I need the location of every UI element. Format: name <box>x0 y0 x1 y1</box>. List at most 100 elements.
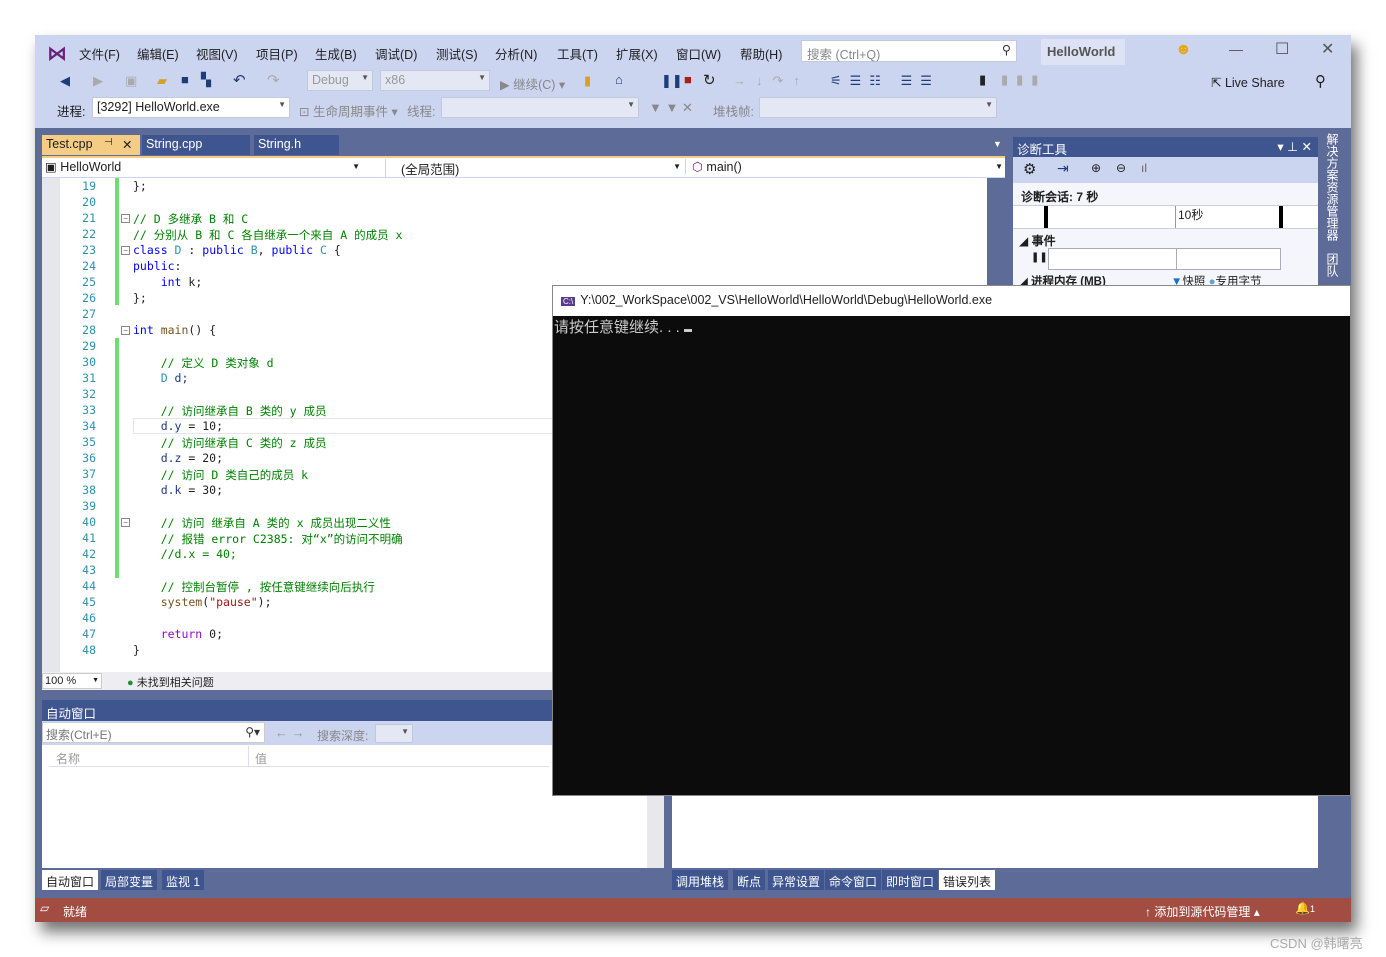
save-icon[interactable]: ■ <box>181 72 189 87</box>
bottom-tab[interactable]: 断点 <box>733 870 766 890</box>
code-line[interactable]: system("pause"); <box>133 595 272 609</box>
tab-overflow-icon[interactable]: ▼ <box>993 139 1002 149</box>
export-icon[interactable]: ⇥ <box>1057 160 1069 177</box>
redo-icon[interactable]: ↷ <box>267 71 280 89</box>
code-line[interactable]: // 控制台暂停 , 按任意键继续向后执行 <box>133 579 375 595</box>
code-line[interactable]: class D : public B, public C { <box>133 243 341 257</box>
maximize-button[interactable]: ☐ <box>1275 39 1289 59</box>
screenshot-icon[interactable]: ⌂ <box>615 72 623 87</box>
code-line[interactable]: // 报错 error C2385: 对“x”的访问不明确 <box>133 531 403 547</box>
live-share-button[interactable]: ⇱ Live Share <box>1211 75 1285 90</box>
code-line[interactable]: // 访问 继承自 A 类的 x 成员出现二义性 <box>133 515 391 531</box>
code-line[interactable]: // 访问继承自 B 类的 y 成员 <box>133 403 327 419</box>
member-select[interactable]: ⬡ main() ▼ <box>685 159 1003 174</box>
nav-arrows[interactable]: ← → <box>275 725 305 740</box>
close-button[interactable]: ✕ <box>1321 39 1334 59</box>
code-line[interactable]: d.k = 30; <box>133 483 223 497</box>
code-line[interactable]: //d.x = 40; <box>133 547 237 561</box>
code-line[interactable]: // 分别从 B 和 C 各自继承一个来自 A 的成员 x <box>133 227 402 243</box>
menu-item[interactable]: 编辑(E) <box>137 44 179 63</box>
menu-item[interactable]: 帮助(H) <box>740 44 782 63</box>
menu-item[interactable]: 工具(T) <box>557 44 598 63</box>
menu-item[interactable]: 分析(N) <box>495 44 537 63</box>
continue-button[interactable]: ▶ 继续(C) ▾ <box>500 74 565 93</box>
code-line[interactable]: d.y = 10; <box>133 419 223 433</box>
menu-item[interactable]: 测试(S) <box>436 44 478 63</box>
code-line[interactable]: // D 多继承 B 和 C <box>133 211 248 227</box>
chart-icon[interactable]: ıl <box>1141 161 1147 175</box>
project-select[interactable]: ▣ HelloWorld ▼ <box>45 159 360 174</box>
open-icon[interactable]: ▰ <box>157 73 167 89</box>
collapse-icon[interactable]: − <box>121 246 130 255</box>
platform-select[interactable]: x86 ▼ <box>380 70 490 91</box>
menu-item[interactable]: 项目(P) <box>256 44 298 63</box>
gear-icon[interactable]: ⚙ <box>1023 160 1036 178</box>
col-value-header[interactable]: 值 <box>249 746 549 767</box>
restart-icon[interactable]: ↻ <box>703 71 716 89</box>
code-line[interactable]: // 访问继承自 C 类的 z 成员 <box>133 435 327 451</box>
pause-icon[interactable]: ❚❚ <box>661 73 683 89</box>
step-icons[interactable]: →↓↷↑ <box>733 73 810 89</box>
side-tab-solution-explorer[interactable]: 解决方案资源管理器 <box>1325 133 1341 241</box>
lifecycle-events-button[interactable]: ⊡ 生命周期事件 ▾ <box>299 101 398 120</box>
zoom-out-icon[interactable]: ⊖ <box>1116 161 1126 175</box>
find-icon[interactable]: ▮ <box>584 73 591 89</box>
collapse-icon[interactable]: − <box>121 214 130 223</box>
collapse-icon[interactable]: − <box>121 326 130 335</box>
code-line[interactable]: }; <box>133 291 147 305</box>
zoom-select[interactable]: 100 % ▼ <box>42 673 102 689</box>
bookmark-nav-icons[interactable]: ▮▮▮ <box>1001 72 1046 88</box>
auto-window-scrollbar[interactable] <box>647 795 664 868</box>
notifications-icon[interactable]: 🔔1 <box>1295 901 1315 915</box>
collapse-icon[interactable]: − <box>121 518 130 527</box>
bottom-tab[interactable]: 局部变量 <box>101 870 158 890</box>
code-line[interactable]: } <box>133 643 140 657</box>
side-tab-team[interactable]: 团队资 <box>1325 253 1341 285</box>
search-input[interactable]: 搜索 (Ctrl+Q) ⚲ <box>801 40 1017 62</box>
code-line[interactable]: D d; <box>133 371 189 385</box>
bottom-tab[interactable]: 命令窗口 <box>825 870 882 890</box>
issues-indicator[interactable]: ● 未找到相关问题 <box>127 674 214 690</box>
filter-icons[interactable]: ▼ ▼ ✕ <box>649 100 693 116</box>
bottom-tab[interactable]: 错误列表 <box>939 870 996 890</box>
pause-icon[interactable]: ❚❚ <box>1031 252 1048 263</box>
bookmark-icon[interactable]: ▮ <box>979 72 986 88</box>
back-icon[interactable]: ◀ <box>60 73 70 89</box>
col-name-header[interactable]: 名称 <box>49 746 249 767</box>
bottom-tab[interactable]: 自动窗口 <box>42 870 99 890</box>
code-line[interactable]: int k; <box>133 275 203 289</box>
search-depth-select[interactable]: ▼ <box>375 724 413 743</box>
scope-select[interactable]: (全局范围) ▼ <box>385 159 681 178</box>
bottom-tab[interactable]: 监视 1 <box>162 870 205 890</box>
undo-icon[interactable]: ↶ <box>233 71 246 89</box>
stack-frame-select[interactable]: ▼ <box>759 97 997 118</box>
bottom-tab[interactable]: 即时窗口 <box>882 870 939 890</box>
bottom-tab[interactable]: 调用堆栈 <box>672 870 729 890</box>
code-line[interactable]: return 0; <box>133 627 223 641</box>
process-select[interactable]: [3292] HelloWorld.exe ▼ <box>92 97 290 118</box>
bottom-tab[interactable]: 异常设置 <box>768 870 825 890</box>
menu-item[interactable]: 文件(F) <box>79 44 120 63</box>
menu-item[interactable]: 扩展(X) <box>616 44 658 63</box>
config-select[interactable]: Debug ▼ <box>307 70 373 91</box>
panel-controls-icon[interactable]: ▾ ⊥ ✕ <box>1277 139 1312 154</box>
code-line[interactable]: }; <box>133 179 147 193</box>
code-line[interactable]: int main() { <box>133 323 216 337</box>
menu-item[interactable]: 视图(V) <box>196 44 238 63</box>
breakpoint-icons[interactable]: ⚟☰☷ ☰☰ <box>830 73 940 89</box>
zoom-in-icon[interactable]: ⊕ <box>1091 161 1101 175</box>
pin-icon[interactable]: ⊣ <box>104 137 113 148</box>
thread-select[interactable]: ▼ <box>441 97 639 118</box>
account-icon[interactable]: ⚲ <box>1315 72 1326 90</box>
close-tab-icon[interactable]: ✕ <box>122 137 132 152</box>
save-all-icon[interactable]: ▚ <box>201 72 211 88</box>
menu-item[interactable]: 窗口(W) <box>676 44 721 63</box>
code-line[interactable]: // 定义 D 类对象 d <box>133 355 274 371</box>
tab-test-cpp[interactable]: Test.cpp ⊣ ✕ <box>42 135 140 155</box>
menu-item[interactable]: 调试(D) <box>375 44 417 63</box>
feedback-icon[interactable]: ☻ <box>1175 41 1192 59</box>
code-line[interactable]: d.z = 20; <box>133 451 223 465</box>
auto-search-input[interactable]: 搜索(Ctrl+E) ⚲▾ <box>42 722 265 743</box>
minimize-button[interactable]: — <box>1229 41 1243 57</box>
code-line[interactable]: // 访问 D 类自己的成员 k <box>133 467 308 483</box>
